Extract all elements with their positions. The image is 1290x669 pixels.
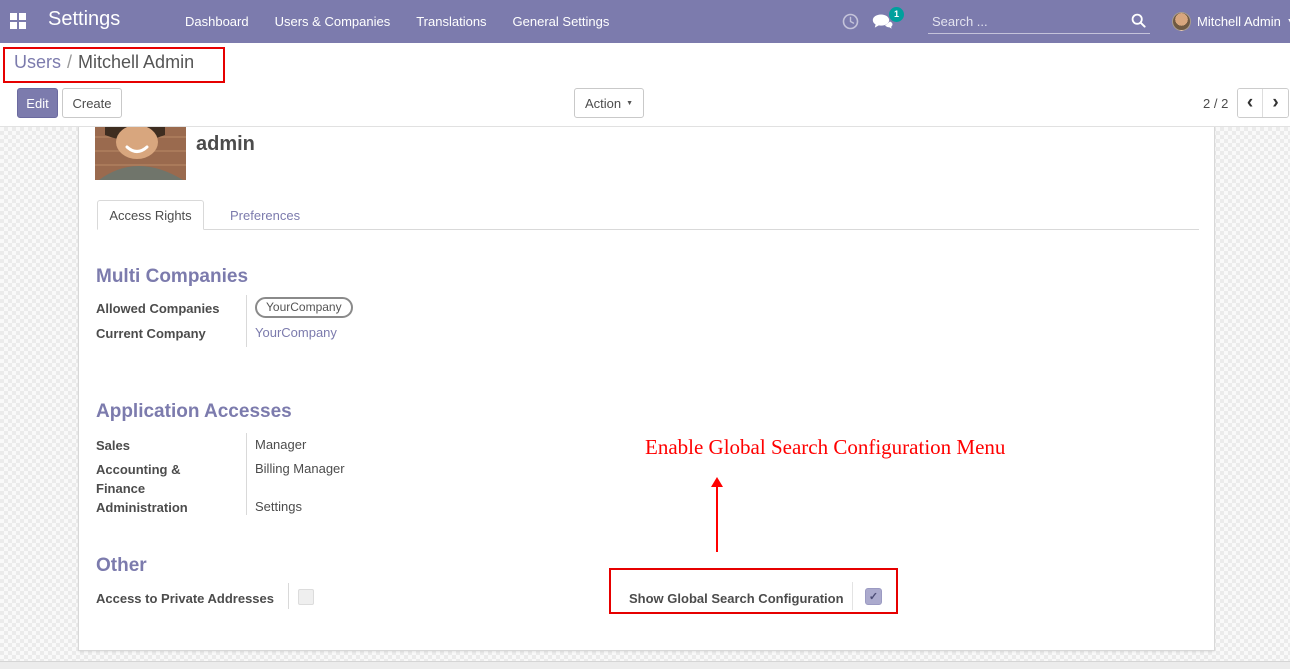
search-input[interactable] [928,10,1118,32]
section-heading-multi-companies: Multi Companies [96,266,248,288]
top-navbar: Settings Dashboard Users & Companies Tra… [0,0,1290,43]
apps-grid-icon[interactable] [10,13,26,29]
accounting-access-label: Accounting & Finance [96,460,208,498]
breadcrumb-current: Mitchell Admin [78,52,194,72]
private-addresses-checkbox[interactable] [298,589,314,605]
pager-previous-button[interactable]: ‹ [1238,89,1263,117]
form-sheet: admin Access Rights Preferences Multi Co… [78,127,1215,651]
action-label: Action [585,96,621,111]
annotation-text: Enable Global Search Configuration Menu [645,435,1005,460]
accounting-access-value[interactable]: Billing Manager [255,461,345,476]
administration-access-value[interactable]: Settings [255,499,302,514]
current-company-label: Current Company [96,324,206,343]
action-dropdown-button[interactable]: Action ▼ [574,88,644,118]
sales-access-value[interactable]: Manager [255,437,306,452]
app-title[interactable]: Settings [48,8,120,31]
global-search-highlight-box [609,568,898,614]
tab-preferences[interactable]: Preferences [218,200,312,230]
sales-access-label: Sales [96,436,130,455]
pager: ‹ › [1237,88,1289,118]
tab-access-rights[interactable]: Access Rights [97,200,204,230]
allowed-companies-tag[interactable]: YourCompany [255,297,353,318]
annotation-arrow-icon [711,477,723,487]
chevron-down-icon: ▼ [626,100,633,107]
pager-counter: 2 / 2 [1203,96,1228,111]
menu-item-translations[interactable]: Translations [416,14,486,29]
pager-next-button[interactable]: › [1263,89,1288,117]
form-view-background: admin Access Rights Preferences Multi Co… [0,127,1290,662]
user-login-title: admin [196,133,255,156]
main-menu: Dashboard Users & Companies Translations… [185,0,609,43]
global-search [928,10,1150,34]
user-avatar [1172,12,1191,31]
activities-clock-icon[interactable] [842,13,859,35]
bottom-status-bar [0,661,1290,669]
breadcrumb-users-link[interactable]: Users [14,52,61,72]
user-photo [95,127,186,180]
odoo-settings-user-form-screen: Settings Dashboard Users & Companies Tra… [0,0,1290,669]
menu-item-dashboard[interactable]: Dashboard [185,14,249,29]
search-icon[interactable] [1131,13,1146,33]
group-separator [288,583,289,609]
breadcrumb: Users / Mitchell Admin [14,52,194,73]
private-addresses-label: Access to Private Addresses [96,589,274,608]
create-button[interactable]: Create [62,88,122,118]
menu-item-users-companies[interactable]: Users & Companies [275,14,391,29]
group-separator [246,295,247,347]
edit-button[interactable]: Edit [17,88,58,118]
breadcrumb-separator: / [67,52,72,72]
administration-access-label: Administration [96,498,188,517]
annotation-arrow-line [716,487,718,552]
user-name: Mitchell Admin [1197,14,1281,29]
section-heading-other: Other [96,555,147,577]
section-heading-application-accesses: Application Accesses [96,401,292,423]
user-menu[interactable]: Mitchell Admin ▼ [1172,0,1290,43]
current-company-link[interactable]: YourCompany [255,325,337,340]
allowed-companies-label: Allowed Companies [96,299,220,318]
group-separator [246,433,247,515]
control-panel: Users / Mitchell Admin Edit Create Action … [0,43,1290,127]
menu-item-general-settings[interactable]: General Settings [513,14,610,29]
messages-count-badge[interactable]: 1 [889,7,904,22]
